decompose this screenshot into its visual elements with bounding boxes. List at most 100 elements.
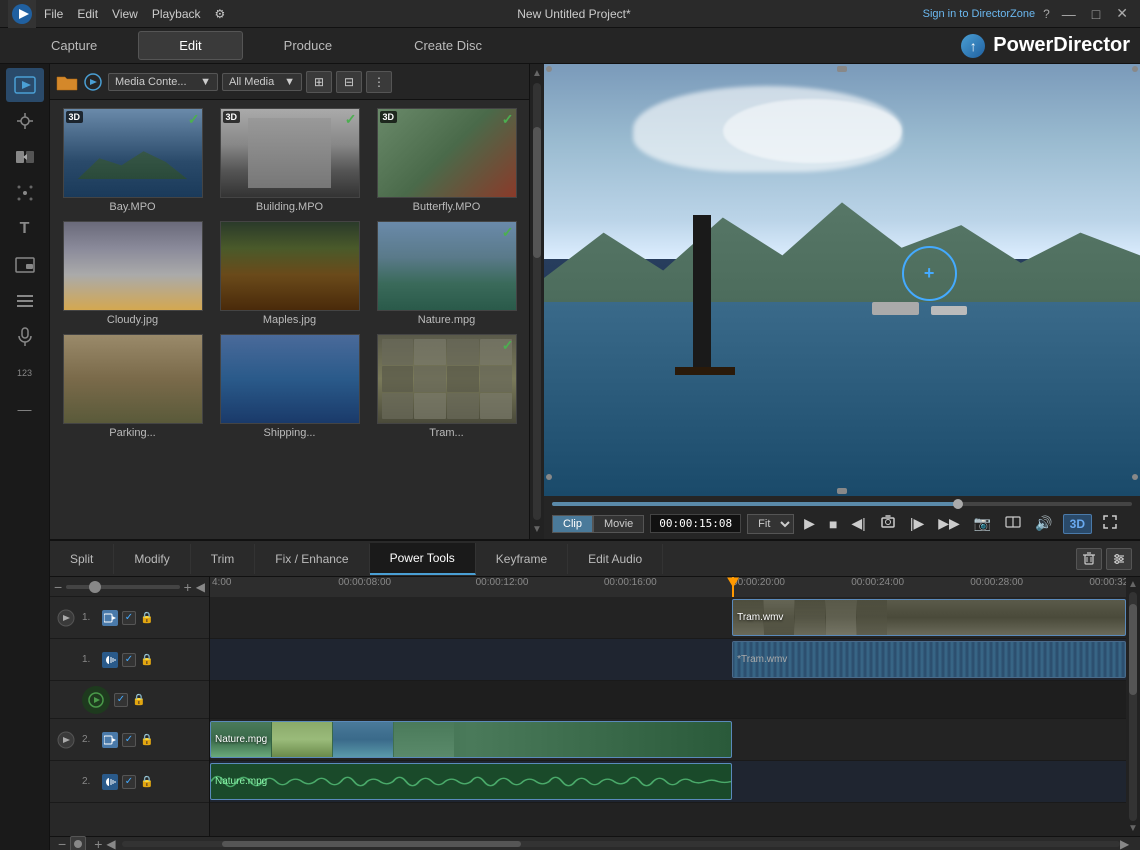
vscroll-up[interactable]: ▲: [1128, 579, 1138, 590]
timeline-settings-btn[interactable]: [1106, 548, 1132, 570]
all-media-dropdown[interactable]: All Media ▼: [222, 73, 302, 91]
movie-btn[interactable]: Movie: [593, 515, 644, 533]
track-lock-2a[interactable]: 🔒: [140, 775, 154, 789]
track-lock-1a[interactable]: 🔒: [140, 653, 154, 667]
minimize-btn[interactable]: —: [1058, 6, 1080, 22]
clip-tram-video[interactable]: Tram.wmv: [732, 599, 1126, 636]
track-handle-2v[interactable]: [54, 730, 78, 750]
track-lock-1v[interactable]: 🔒: [140, 611, 154, 625]
media-item[interactable]: 3D ✓ Bay.MPO: [58, 108, 207, 213]
tab-keyframe[interactable]: Keyframe: [476, 544, 568, 574]
scroll-left-btn[interactable]: ◀: [106, 840, 122, 848]
3d-btn[interactable]: 3D: [1063, 514, 1092, 534]
zoom-dropdown[interactable]: Fit: [747, 514, 794, 534]
clip-tram-audio[interactable]: *Tram.wmv: [732, 641, 1126, 678]
more-btn[interactable]: ⋮: [366, 71, 392, 93]
view-grid-btn[interactable]: ⊞: [306, 71, 332, 93]
tab-fix-enhance[interactable]: Fix / Enhance: [255, 544, 369, 574]
timeline-nav-left[interactable]: ◀: [196, 580, 205, 594]
scroll-down-btn[interactable]: ▼: [530, 522, 544, 537]
media-item[interactable]: ✓ Tram...: [372, 334, 521, 439]
snap-btn[interactable]: [876, 512, 900, 535]
media-content-dropdown[interactable]: Media Conte... ▼: [108, 73, 218, 91]
menu-file[interactable]: File: [44, 7, 63, 21]
hscroll-track[interactable]: [122, 841, 1120, 847]
split-btn[interactable]: [1001, 512, 1025, 535]
help-btn[interactable]: ?: [1043, 7, 1050, 21]
tab-create-disc[interactable]: Create Disc: [373, 31, 523, 60]
vscroll-down[interactable]: ▼: [1128, 823, 1138, 834]
sign-in-link[interactable]: Sign in to DirectorZone: [923, 8, 1036, 20]
snapshot-btn[interactable]: 📷: [970, 513, 995, 534]
tab-split[interactable]: Split: [50, 544, 114, 574]
scroll-track[interactable]: [533, 83, 541, 520]
clip-nature-video[interactable]: Nature.mpg: [210, 721, 732, 758]
clip-nature-audio[interactable]: Nature.mpg: [210, 763, 732, 800]
tab-trim[interactable]: Trim: [191, 544, 256, 574]
preview-handle-top[interactable]: [837, 66, 847, 72]
track-visibility-2v[interactable]: ✓: [122, 733, 136, 747]
scroll-up-btn[interactable]: ▲: [530, 66, 544, 81]
sidebar-item-media[interactable]: [6, 68, 44, 102]
tab-power-tools[interactable]: Power Tools: [370, 543, 476, 575]
tab-edit[interactable]: Edit: [138, 31, 242, 60]
preview-handle-bottom[interactable]: [837, 488, 847, 494]
media-item[interactable]: Cloudy.jpg: [58, 221, 207, 326]
folder-btn[interactable]: [56, 73, 78, 91]
scroll-right-btn[interactable]: ▶: [1120, 840, 1136, 848]
track-zoom-out[interactable]: −: [54, 579, 62, 595]
play-btn[interactable]: ▶: [800, 513, 819, 534]
prev-frame-btn[interactable]: ◀|: [847, 513, 869, 534]
vscroll-track[interactable]: [1129, 592, 1137, 821]
zoom-marker-btn[interactable]: [70, 836, 86, 850]
zoom-handle[interactable]: [89, 581, 101, 593]
sidebar-item-menu[interactable]: [6, 284, 44, 318]
sidebar-item-particles[interactable]: [6, 176, 44, 210]
menu-edit[interactable]: Edit: [77, 7, 98, 21]
media-item[interactable]: 3D ✓ Butterfly.MPO: [372, 108, 521, 213]
track-visibility-2a[interactable]: ✓: [122, 775, 136, 789]
scrubber-handle[interactable]: [953, 499, 963, 509]
track-visibility-1v[interactable]: ✓: [122, 611, 136, 625]
menu-settings[interactable]: ⚙: [215, 7, 226, 21]
sidebar-item-titles[interactable]: T: [6, 212, 44, 246]
sidebar-item-subtitles[interactable]: —: [6, 392, 44, 426]
fast-fwd-btn[interactable]: ▶▶: [934, 513, 964, 534]
next-frame-btn[interactable]: |▶: [906, 513, 928, 534]
fullscreen-btn[interactable]: [1098, 512, 1122, 535]
preview-scrubber[interactable]: [552, 502, 1132, 506]
delete-clip-btn[interactable]: [1076, 548, 1102, 570]
track-lock-fx[interactable]: 🔒: [132, 693, 146, 707]
media-item[interactable]: Parking...: [58, 334, 207, 439]
zoom-in-btn[interactable]: +: [90, 836, 106, 850]
tab-produce[interactable]: Produce: [243, 31, 373, 60]
sidebar-item-effects[interactable]: [6, 104, 44, 138]
tab-modify[interactable]: Modify: [114, 544, 190, 574]
media-item[interactable]: Shipping...: [215, 334, 364, 439]
view-list-btn[interactable]: ⊟: [336, 71, 362, 93]
media-item[interactable]: ✓ Nature.mpg: [372, 221, 521, 326]
media-item[interactable]: 3D ✓ Building.MPO: [215, 108, 364, 213]
track-handle[interactable]: [54, 608, 78, 628]
media-item[interactable]: Maples.jpg: [215, 221, 364, 326]
track-zoom-in[interactable]: +: [184, 579, 192, 595]
close-btn[interactable]: ✕: [1112, 5, 1132, 22]
stop-btn[interactable]: ■: [825, 514, 841, 534]
menu-view[interactable]: View: [112, 7, 138, 21]
menu-playback[interactable]: Playback: [152, 7, 201, 21]
tab-capture[interactable]: Capture: [10, 31, 138, 60]
sidebar-item-chapters[interactable]: 123: [6, 356, 44, 390]
tab-edit-audio[interactable]: Edit Audio: [568, 544, 663, 574]
sidebar-item-voiceover[interactable]: [6, 320, 44, 354]
import-btn[interactable]: [82, 73, 104, 91]
zoom-slider[interactable]: [66, 585, 179, 589]
zoom-out-btn[interactable]: −: [54, 836, 70, 850]
sidebar-item-transitions[interactable]: [6, 140, 44, 174]
track-lock-2v[interactable]: 🔒: [140, 733, 154, 747]
volume-btn[interactable]: 🔊: [1031, 513, 1056, 534]
track-visibility-1a[interactable]: ✓: [122, 653, 136, 667]
clip-btn[interactable]: Clip: [552, 515, 593, 533]
sidebar-item-pip[interactable]: [6, 248, 44, 282]
maximize-btn[interactable]: □: [1088, 6, 1104, 22]
track-visibility-fx[interactable]: ✓: [114, 693, 128, 707]
